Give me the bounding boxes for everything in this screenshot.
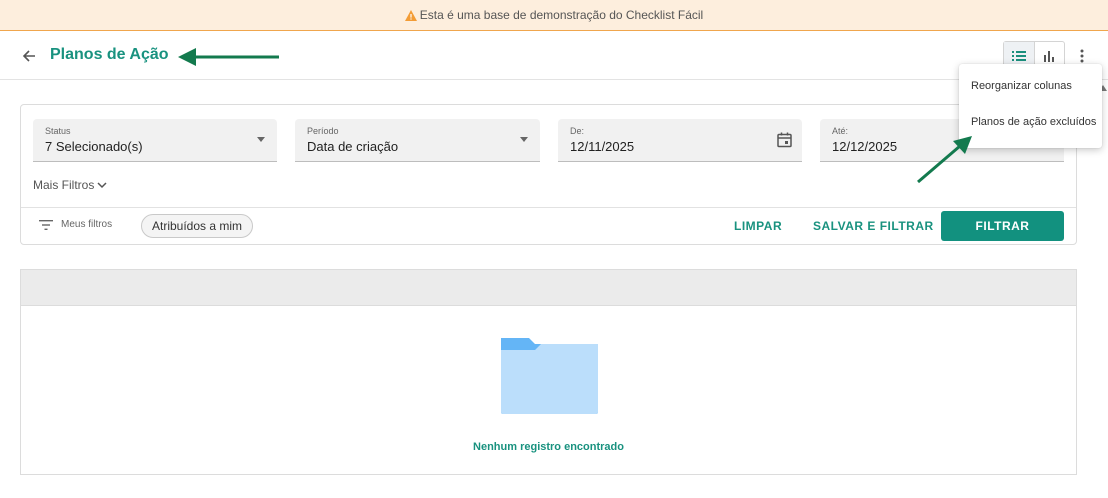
warning-icon <box>404 9 417 21</box>
page-header: Planos de Ação <box>0 32 1108 80</box>
filter-button[interactable]: FILTRAR <box>941 211 1064 241</box>
more-filters-toggle[interactable]: Mais Filtros <box>33 178 107 192</box>
period-select[interactable]: Período Data de criação <box>295 119 540 162</box>
more-filters-label: Mais Filtros <box>33 178 95 192</box>
filter-list-icon <box>39 219 53 230</box>
calendar-icon[interactable] <box>777 132 792 148</box>
annotation-arrow-title <box>178 48 279 66</box>
my-filters-button[interactable]: Meus filtros <box>39 219 112 230</box>
status-label: Status <box>45 126 71 136</box>
table-header <box>21 270 1076 306</box>
status-value: 7 Selecionado(s) <box>45 139 143 154</box>
assigned-to-me-chip[interactable]: Atribuídos a mim <box>141 214 254 238</box>
period-label: Período <box>307 126 339 136</box>
date-to-value: 12/12/2025 <box>832 139 898 154</box>
bar-chart-icon <box>1044 50 1055 62</box>
status-select[interactable]: Status 7 Selecionado(s) <box>33 119 277 162</box>
caret-down-icon <box>520 137 528 142</box>
arrow-left-icon <box>22 50 35 62</box>
list-view-icon <box>1011 51 1026 61</box>
my-filters-label: Meus filtros <box>61 219 113 230</box>
filter-panel: Status 7 Selecionado(s) Período Data de … <box>20 104 1077 245</box>
demo-banner: Esta é uma base de demonstração do Check… <box>0 0 1108 31</box>
more-vert-icon <box>1080 49 1084 63</box>
save-and-filter-button[interactable]: SALVAR E FILTRAR <box>813 219 934 233</box>
menu-item-deleted-action-plans[interactable]: Planos de ação excluídos <box>971 116 1096 128</box>
date-to-label: Até: <box>832 126 849 136</box>
clear-button[interactable]: LIMPAR <box>734 219 782 233</box>
filter-divider <box>21 207 1076 208</box>
period-value: Data de criação <box>307 139 399 154</box>
page-title: Planos de Ação <box>50 46 169 63</box>
empty-folder-icon <box>501 338 598 414</box>
empty-state-message: Nenhum registro encontrado <box>473 441 624 453</box>
date-from-label: De: <box>570 126 585 136</box>
more-options-menu: Reorganizar colunas Planos de ação exclu… <box>959 64 1102 148</box>
back-button[interactable] <box>18 45 40 67</box>
date-from-field[interactable]: De: 12/11/2025 <box>558 119 802 162</box>
caret-down-icon <box>257 137 265 142</box>
chevron-down-icon <box>97 181 107 188</box>
banner-text: Esta é uma base de demonstração do Check… <box>419 8 704 22</box>
results-table: Nenhum registro encontrado <box>20 269 1077 475</box>
date-from-value: 12/11/2025 <box>570 139 635 154</box>
menu-item-reorganize-columns[interactable]: Reorganizar colunas <box>971 80 1072 92</box>
